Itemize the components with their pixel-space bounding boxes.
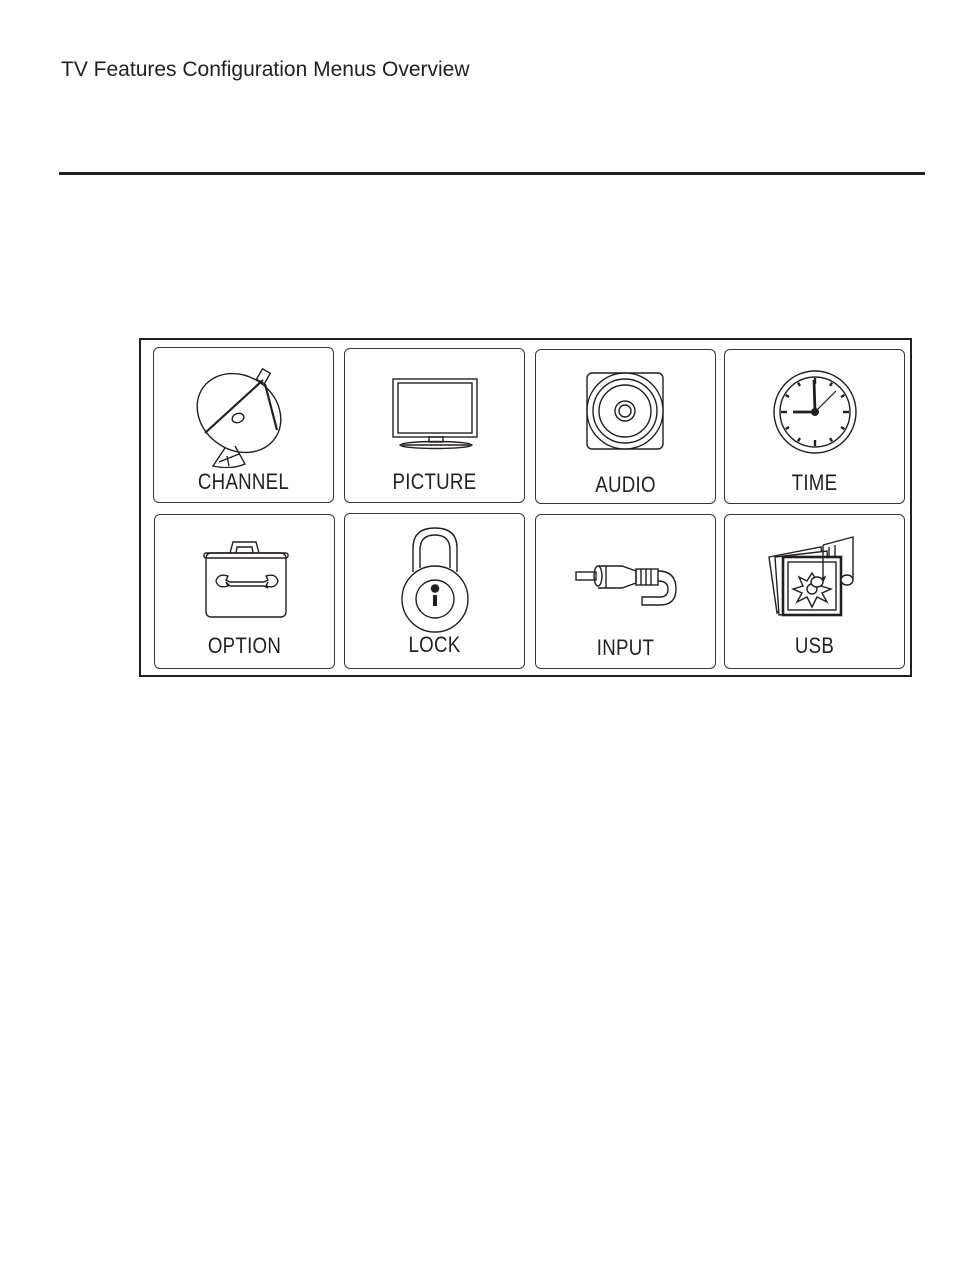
header-divider — [59, 172, 925, 175]
menu-tile-label: OPTION — [207, 633, 282, 658]
menu-tile-label: INPUT — [596, 635, 655, 660]
menu-tile-time[interactable]: TIME — [724, 349, 905, 504]
menu-tile-label: TIME — [791, 470, 838, 495]
menu-grid: CHANNEL PICTURE AUDIO TIME OPTION LOCK I… — [139, 338, 912, 677]
toolbox-wrench-icon — [202, 541, 289, 618]
menu-tile-usb[interactable]: USB — [724, 514, 905, 669]
menu-tile-label: USB — [794, 633, 835, 658]
padlock-icon — [400, 527, 469, 633]
menu-tile-lock[interactable]: LOCK — [344, 513, 525, 669]
speaker-icon — [585, 372, 664, 450]
photo-music-icon — [767, 536, 854, 617]
menu-tile-audio[interactable]: AUDIO — [535, 349, 716, 504]
clock-icon — [772, 370, 857, 454]
page-title: TV Features Configuration Menus Overview — [61, 58, 470, 81]
menu-tile-input[interactable]: INPUT — [535, 514, 716, 669]
menu-tile-label: LOCK — [408, 632, 461, 657]
rca-cable-icon — [574, 565, 677, 606]
menu-tile-label: PICTURE — [392, 469, 477, 494]
menu-tile-label: CHANNEL — [197, 469, 290, 494]
menu-tile-picture[interactable]: PICTURE — [344, 348, 525, 503]
menu-tile-option[interactable]: OPTION — [154, 514, 335, 669]
menu-tile-channel[interactable]: CHANNEL — [153, 347, 334, 503]
satellite-dish-icon — [195, 367, 282, 468]
menu-tile-label: AUDIO — [595, 472, 656, 497]
tv-monitor-icon — [391, 378, 478, 450]
